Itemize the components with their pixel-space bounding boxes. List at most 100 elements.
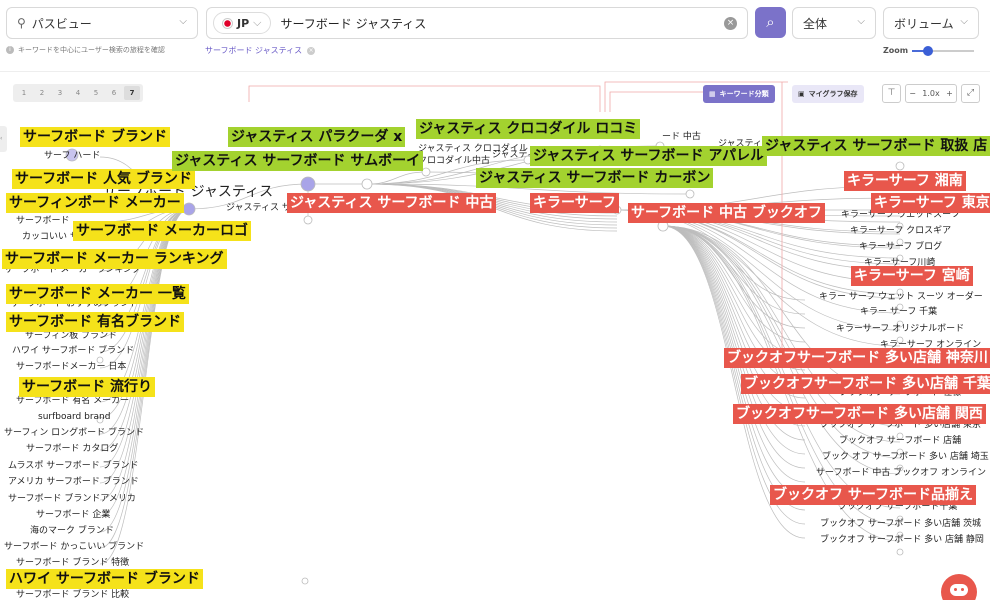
japan-flag-icon bbox=[222, 17, 233, 29]
keyword-search-input[interactable] bbox=[280, 16, 701, 30]
yellow-keyword-badge[interactable]: サーフボード メーカー 一覧 bbox=[6, 284, 189, 304]
right-keyword-node[interactable]: キラーサーフ ブログ bbox=[859, 242, 942, 253]
yellow-keyword-badge[interactable]: サーフボード 有名ブランド bbox=[6, 312, 185, 332]
right-keyword-node[interactable]: キラーサーフ オリジナルボード bbox=[836, 324, 964, 335]
red-keyword-badge[interactable]: ブックオフサーフボード 多い店舗 関西 bbox=[733, 404, 986, 424]
left-keyword-node[interactable]: サーフボード ブランド 比較 bbox=[16, 590, 129, 600]
yellow-keyword-badge[interactable]: サーフボード 流行り bbox=[19, 377, 156, 397]
right-keyword-node[interactable]: ブックオフ サーフボード 多い店舗 茨城 bbox=[820, 519, 981, 530]
green-keyword-badge[interactable]: ジャスティス サーフボード 取扱 店 bbox=[762, 136, 990, 156]
yellow-keyword-badge[interactable]: サーフボード メーカーロゴ bbox=[73, 221, 252, 241]
save-graph-label: マイグラフ保存 bbox=[808, 90, 858, 98]
scope-select[interactable]: 全体 ⌵ bbox=[792, 7, 876, 39]
mid-keyword-node[interactable]: ード 中古 bbox=[662, 132, 701, 143]
red-keyword-badge[interactable]: ブックオフサーフボード 多い店舗 神奈川 bbox=[724, 348, 990, 368]
hint-text: キーワードを中心にユーザー検索の旅程を確認 bbox=[18, 46, 165, 54]
green-keyword-badge[interactable]: ジャスティス クロコダイル ロコミ bbox=[416, 119, 641, 139]
yellow-keyword-badge[interactable]: サーフィンボード メーカー bbox=[6, 193, 184, 213]
red-keyword-badge[interactable]: キラーサーフ 湘南 bbox=[844, 171, 966, 191]
page-tab-5[interactable]: 5 bbox=[88, 86, 104, 100]
right-keyword-node[interactable]: キラー サーフ ウェット スーツ オーダー bbox=[819, 292, 983, 303]
left-keyword-node[interactable]: サーフボード かっこいい ブランド bbox=[4, 542, 144, 553]
page-tab-4[interactable]: 4 bbox=[70, 86, 86, 100]
page-tab-1[interactable]: 1 bbox=[16, 86, 32, 100]
yellow-keyword-badge[interactable]: サーフボード ブランド bbox=[20, 127, 171, 147]
search-icon: ⌕ bbox=[766, 13, 775, 31]
page-tab-7[interactable]: 7 bbox=[124, 86, 140, 100]
right-keyword-node[interactable]: キラーサーフ クロスギア bbox=[850, 226, 951, 237]
left-keyword-node[interactable]: サーフボード bbox=[16, 216, 69, 227]
right-keyword-node[interactable]: ブック オフ サーフボード 多い 店舗 埼玉 bbox=[822, 452, 989, 463]
yellow-keyword-badge[interactable]: サーフボード 人気 ブランド bbox=[12, 169, 195, 189]
chevron-down-icon: ⌵ bbox=[179, 16, 187, 27]
expand-icon[interactable]: ⤢ bbox=[961, 84, 980, 103]
page-tab-6[interactable]: 6 bbox=[106, 86, 122, 100]
red-keyword-badge[interactable]: キラーサーフ 東京 bbox=[871, 193, 990, 213]
breadcrumb[interactable]: サーフボード ジャスティス × bbox=[205, 45, 316, 56]
red-keyword-badge[interactable]: サーフボード 中古 ブックオフ bbox=[628, 203, 825, 223]
keyword-class-button[interactable]: ▦ キーワード分類 bbox=[703, 85, 775, 103]
red-keyword-badge[interactable]: ブックオフサーフボード 多い店舗 千葉 bbox=[741, 374, 990, 394]
green-keyword-badge[interactable]: ジャスティス サーフボード アパレル bbox=[530, 146, 768, 166]
chat-bot-icon bbox=[950, 584, 968, 596]
right-keyword-node[interactable]: サーフボード 中古 ブックオフ オンライン bbox=[816, 468, 986, 479]
search-button[interactable]: ⌕ bbox=[755, 7, 786, 38]
green-keyword-badge[interactable]: ジャスティス サーフボード カーボン bbox=[476, 168, 714, 188]
side-collapse-tab[interactable]: ‹ bbox=[0, 126, 7, 152]
page-tab-2[interactable]: 2 bbox=[34, 86, 50, 100]
graph-node bbox=[182, 202, 196, 216]
save-graph-button[interactable]: ▣ マイグラフ保存 bbox=[792, 85, 864, 103]
view-mode-select[interactable]: ⚲ パスビュー ⌵ bbox=[6, 7, 198, 39]
left-keyword-node[interactable]: サーフィン板 ブランド bbox=[25, 331, 117, 342]
green-keyword-badge[interactable]: ジャスティス サーフボード サムボーイ bbox=[172, 151, 424, 171]
yellow-keyword-badge[interactable]: サーフボード メーカー ランキング bbox=[2, 249, 227, 269]
red-keyword-badge[interactable]: キラーサーフ bbox=[530, 193, 619, 213]
left-keyword-node[interactable]: ハワイ サーフボード ブランド bbox=[12, 346, 134, 357]
graph-node bbox=[361, 178, 373, 190]
zoom-out-button[interactable]: − bbox=[909, 89, 916, 98]
clear-icon[interactable]: × bbox=[724, 17, 737, 30]
metric-select[interactable]: ボリューム ⌵ bbox=[883, 7, 979, 39]
chevron-down-icon: ⌵ bbox=[857, 16, 865, 27]
red-keyword-badge[interactable]: キラーサーフ 宮崎 bbox=[851, 266, 973, 286]
left-keyword-node[interactable]: サーフボード 企業 bbox=[36, 510, 110, 521]
mid-keyword-node[interactable]: クロコダイル中古 bbox=[418, 156, 490, 167]
green-keyword-badge[interactable]: ジャスティス パラクーダ x bbox=[228, 127, 406, 147]
graph-node bbox=[685, 189, 695, 199]
left-keyword-node[interactable]: サーフボード 有名 メーカー bbox=[16, 396, 129, 407]
left-keyword-node[interactable]: surfboard brand bbox=[38, 412, 110, 423]
left-keyword-node[interactable]: ムラスポ サーフボード ブランド bbox=[8, 461, 139, 472]
chevron-down-icon: ⌵ bbox=[960, 16, 968, 27]
info-icon: i bbox=[6, 46, 14, 54]
left-keyword-node[interactable]: サーフボード ブランドアメリカ bbox=[8, 494, 136, 505]
metric-label: ボリューム bbox=[894, 16, 954, 31]
graph-node bbox=[895, 161, 905, 171]
zoom-slider[interactable] bbox=[912, 46, 974, 56]
page-tabs: 1234567 bbox=[13, 84, 143, 102]
red-keyword-badge[interactable]: ブックオフ サーフボード品揃え bbox=[770, 485, 977, 505]
graph-node bbox=[421, 167, 431, 177]
red-keyword-badge[interactable]: ジャスティス サーフボード 中古 bbox=[287, 193, 497, 213]
right-keyword-node[interactable]: ブックオフ サーフボード 多い 店舗 静岡 bbox=[820, 535, 984, 546]
yellow-keyword-badge[interactable]: ハワイ サーフボード ブランド bbox=[6, 569, 203, 589]
breadcrumb-label: サーフボード ジャスティス bbox=[205, 46, 303, 55]
left-keyword-node[interactable]: サーフボードメーカー 日本 bbox=[16, 362, 126, 373]
save-icon: ▣ bbox=[798, 90, 805, 98]
mid-keyword-node[interactable]: ジャスティス サ bbox=[226, 203, 291, 214]
left-keyword-node[interactable]: サーフィン ロングボード ブランド bbox=[4, 428, 144, 439]
country-select[interactable]: JP ⌵ bbox=[213, 12, 271, 34]
right-keyword-node[interactable]: ブックオフ サーフボード 店舗 bbox=[839, 436, 961, 447]
left-keyword-node[interactable]: サーフボード カタログ bbox=[26, 444, 118, 455]
left-keyword-node[interactable]: サーフボード ブランド 特徴 bbox=[16, 558, 129, 569]
left-keyword-node[interactable]: 海のマーク ブランド bbox=[30, 526, 114, 537]
zoom-in-button[interactable]: + bbox=[946, 89, 953, 98]
zoom-slider-handle[interactable] bbox=[922, 46, 933, 56]
fit-view-icon[interactable]: ⊤ bbox=[882, 84, 901, 103]
page-tab-3[interactable]: 3 bbox=[52, 86, 68, 100]
left-keyword-node[interactable]: アメリカ サーフボード ブランド bbox=[8, 477, 139, 488]
left-keyword-node[interactable]: サーフ ハード bbox=[44, 151, 100, 162]
remove-icon[interactable]: × bbox=[307, 46, 316, 55]
right-keyword-node[interactable]: キラー サーフ 千葉 bbox=[860, 307, 937, 318]
country-code: JP bbox=[237, 16, 250, 30]
keyword-class-label: キーワード分類 bbox=[719, 90, 769, 98]
